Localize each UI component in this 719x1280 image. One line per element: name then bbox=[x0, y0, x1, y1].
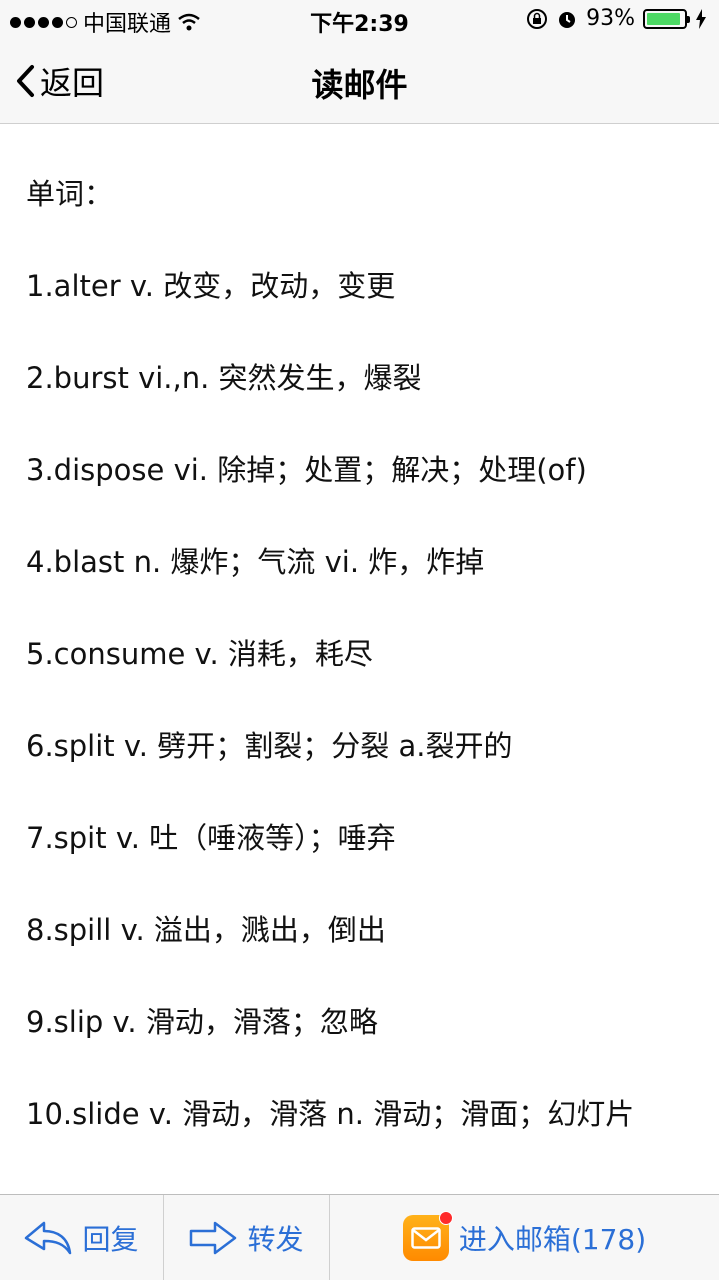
rotation-lock-icon bbox=[527, 8, 548, 29]
email-line: 8.spill v. 溢出，溅出，倒出 bbox=[26, 913, 386, 947]
email-line: 2.burst vi.,n. 突然发生，爆裂 bbox=[26, 361, 422, 395]
reply-label: 回复 bbox=[82, 1222, 139, 1256]
reply-button[interactable]: 回复 bbox=[0, 1195, 164, 1280]
email-line: 4.blast n. 爆炸；气流 vi. 炸，炸掉 bbox=[26, 545, 485, 579]
envelope-icon bbox=[411, 1226, 441, 1249]
page-title: 读邮件 bbox=[311, 66, 408, 104]
forward-arrow-icon bbox=[190, 1221, 237, 1254]
navigation-bar: 返回 读邮件 bbox=[0, 40, 719, 124]
alarm-icon bbox=[559, 11, 576, 28]
forward-label: 转发 bbox=[247, 1222, 304, 1256]
battery-fill bbox=[647, 12, 681, 25]
open-inbox-button[interactable]: 进入邮箱(178) bbox=[330, 1195, 719, 1280]
status-right: 93% bbox=[526, 6, 707, 31]
email-line: 7.spit v. 吐（唾液等）；唾弃 bbox=[26, 821, 396, 855]
battery-percent: 93% bbox=[586, 6, 635, 31]
status-bar: 中国联通 下午2:39 93% bbox=[0, 0, 719, 40]
email-body: 单词： 1.alter v. 改变，改动，变更 2.burst vi.,n. 突… bbox=[26, 124, 699, 1160]
email-line: 9.slip v. 滑动，滑落；忽略 bbox=[26, 1005, 378, 1039]
mail-app-icon bbox=[402, 1210, 453, 1261]
charging-icon bbox=[696, 8, 706, 29]
email-line: 6.split v. 劈开；割裂；分裂 a.裂开的 bbox=[26, 729, 513, 763]
notification-dot bbox=[438, 1210, 453, 1225]
inbox-label: 进入邮箱(178) bbox=[458, 1222, 647, 1256]
email-line: 3.dispose vi. 除掉；处置；解决；处理(of) bbox=[26, 453, 587, 487]
reply-arrow-icon bbox=[25, 1221, 72, 1254]
email-line: 10.slide v. 滑动，滑落 n. 滑动；滑面；幻灯片 bbox=[26, 1097, 635, 1131]
email-line: 单词： bbox=[26, 177, 114, 211]
forward-button[interactable]: 转发 bbox=[164, 1195, 330, 1280]
email-line: 5.consume v. 消耗，耗尽 bbox=[26, 637, 373, 671]
battery-icon bbox=[643, 8, 690, 29]
bottom-toolbar: 回复 转发 进入邮箱(178) bbox=[0, 1194, 719, 1280]
email-line: 1.alter v. 改变，改动，变更 bbox=[26, 269, 396, 303]
